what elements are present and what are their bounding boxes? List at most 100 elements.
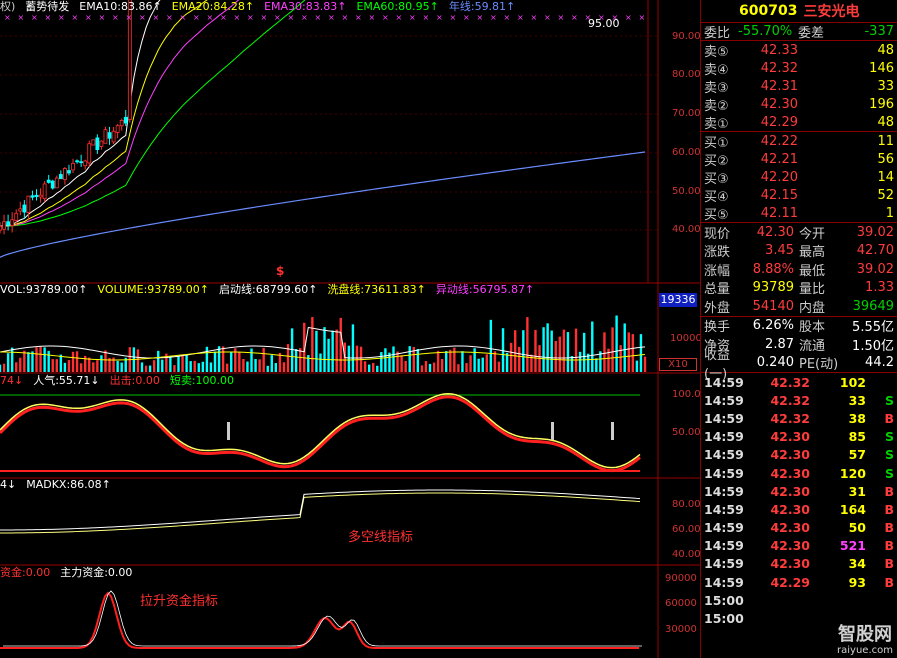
stock-title[interactable]: 600703 三安光电 xyxy=(701,0,897,22)
volume-bar xyxy=(489,319,493,372)
volume-bar xyxy=(319,353,322,372)
tick-price: 42.32 xyxy=(770,410,810,426)
volume-bar xyxy=(120,362,123,372)
tick-time: 15:00 xyxy=(704,611,744,627)
chart-area[interactable]: × × × × × × × × × × × × × × × × × × × × × × × × × × × × × × × × × × × × × × × ×… xyxy=(0,0,702,658)
sell-row[interactable]: 卖⑤ 42.33 48 xyxy=(701,41,897,60)
tick-side: B xyxy=(884,410,894,426)
indicator-label: 人气:55.71↓ xyxy=(33,374,100,387)
volume-bar xyxy=(404,360,407,372)
tick-time: 14:59 xyxy=(704,574,744,590)
sell-row[interactable]: 卖② 42.30 196 xyxy=(701,95,897,114)
weibi-label: 委比 xyxy=(704,26,731,41)
tick-volume: 38 xyxy=(848,410,866,426)
volume-bar xyxy=(136,349,140,372)
buy-row[interactable]: 买③ 42.20 14 xyxy=(701,168,897,187)
tick-volume: 33 xyxy=(848,392,866,408)
signal-marker: × xyxy=(139,13,146,22)
level-label: 买① xyxy=(704,135,729,151)
tick-time: 14:59 xyxy=(704,447,744,463)
main-chart-header: 权) 蓄势待发 EMA10:83.86↑ EMA20:84.28↑ EMA30:83.8… xyxy=(0,0,525,14)
indicator-label: 洗盘线:73611.83↑ xyxy=(327,283,426,296)
volume-bar xyxy=(19,357,22,372)
indicator-label: 4↓ xyxy=(0,478,17,491)
indicator-label: 年线:59.81↑ xyxy=(448,0,516,13)
buy-row[interactable]: 买① 42.22 11 xyxy=(701,132,897,151)
buy-row[interactable]: 买⑤ 42.11 1 xyxy=(701,204,897,223)
volume-bar xyxy=(465,363,468,372)
tick-volume: 521 xyxy=(839,538,866,554)
buy-row[interactable]: 买② 42.21 56 xyxy=(701,150,897,169)
candle xyxy=(42,183,47,200)
candle xyxy=(18,208,23,212)
volume-bar xyxy=(148,365,152,372)
volume-bar xyxy=(461,351,464,372)
volume-bar xyxy=(238,351,241,372)
stat-label: 外盘 xyxy=(704,300,731,316)
level-volume: 14 xyxy=(877,169,894,185)
tick-price: 42.30 xyxy=(770,538,810,554)
level-label: 买⑤ xyxy=(704,207,729,223)
signal-marker: × xyxy=(126,13,133,22)
tick-row: 14:59 42.30 85 S xyxy=(701,428,897,446)
volume-bar xyxy=(88,357,91,372)
indicator-label: MADKX:86.08↑ xyxy=(26,478,111,491)
volume-bar xyxy=(173,365,176,372)
tick-volume: 57 xyxy=(848,447,866,463)
sentiment-bar xyxy=(551,422,554,440)
volume-bar xyxy=(152,360,156,372)
level-price: 42.20 xyxy=(760,169,798,185)
indicator-label: 异动线:56795.87↑ xyxy=(435,283,535,296)
volume-bar xyxy=(201,361,205,372)
volume-bar xyxy=(631,334,635,372)
volume-bar xyxy=(526,317,529,372)
volume-bar xyxy=(327,338,330,372)
signal-marker: × xyxy=(328,13,335,22)
signal-marker: × xyxy=(18,13,25,22)
tick-time: 14:59 xyxy=(704,520,744,536)
volume-bar xyxy=(311,317,314,372)
sell-row[interactable]: 卖① 42.29 48 xyxy=(701,113,897,132)
y-tick: 30000 xyxy=(665,624,697,635)
tick-price: 42.32 xyxy=(770,392,810,408)
volume-bar xyxy=(392,346,395,372)
buy-row[interactable]: 买④ 42.15 52 xyxy=(701,186,897,205)
indicator-label: VOLUME:93789.00↑ xyxy=(97,283,210,296)
volume-bar xyxy=(140,362,144,372)
signal-marker: × xyxy=(342,13,349,22)
volume-bar xyxy=(582,332,586,372)
volume-bar xyxy=(578,351,582,372)
candle xyxy=(71,162,75,171)
tick-price: 42.30 xyxy=(770,447,810,463)
volume-bar xyxy=(189,361,192,372)
volume-bar xyxy=(27,352,30,372)
weicha-label: 委差 xyxy=(798,26,825,41)
volume-bar xyxy=(71,351,75,372)
volume-bar xyxy=(445,351,448,372)
signal-marker: × xyxy=(477,13,484,22)
sell-row[interactable]: 卖③ 42.31 33 xyxy=(701,77,897,96)
volume-bar xyxy=(396,351,399,372)
sell-row[interactable]: 卖④ 42.32 146 xyxy=(701,59,897,78)
level-price: 42.30 xyxy=(760,96,798,112)
level-price: 42.11 xyxy=(760,205,798,221)
volume-bar xyxy=(75,351,79,372)
volume-bar xyxy=(542,327,545,372)
level-label: 卖④ xyxy=(704,62,729,78)
tick-volume: 34 xyxy=(848,556,866,572)
tick-list[interactable]: 14:59 42.32 102 14:59 42.32 33 S 14:59 42.32 38 B 1… xyxy=(701,372,897,628)
chart-canvas[interactable]: × × × × × × × × × × × × × × × × × × × × × × × × × × × × × × × × × × × × × × × ×… xyxy=(0,0,700,658)
stat-value: 39649 xyxy=(852,298,894,314)
volume-bar xyxy=(2,363,6,372)
stat-value: 93789 xyxy=(752,280,794,296)
candle xyxy=(115,125,120,133)
candle xyxy=(54,177,59,189)
signal-marker: × xyxy=(99,13,106,22)
tick-price: 42.30 xyxy=(770,483,810,499)
dollar-mark: $ xyxy=(276,264,285,278)
level-label: 买② xyxy=(704,153,729,169)
volume-bar xyxy=(92,362,95,372)
stat-value: 8.88% xyxy=(752,261,794,277)
candle xyxy=(22,204,27,213)
volume-bar xyxy=(639,334,643,372)
